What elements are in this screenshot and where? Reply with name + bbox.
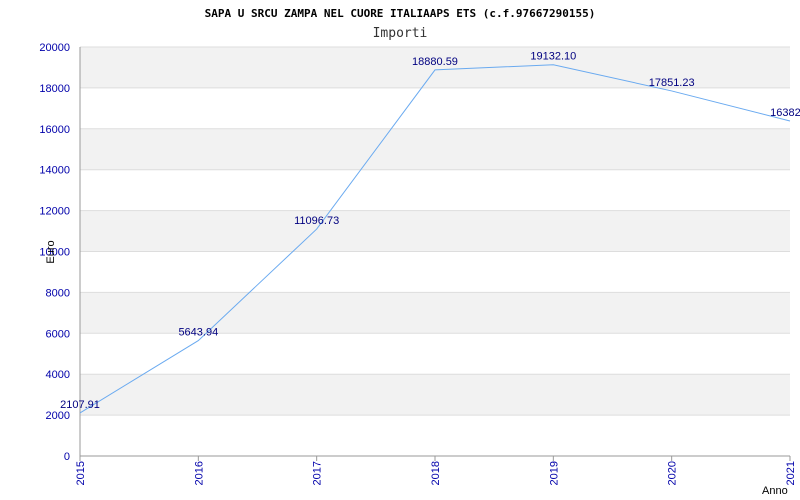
x-tick-label: 2020 — [667, 461, 679, 485]
x-axis-label: Anno — [762, 485, 788, 497]
x-tick-label: 2015 — [75, 461, 87, 485]
data-label: 18880.59 — [412, 56, 458, 68]
x-tick-label: 2017 — [312, 461, 324, 485]
y-tick-label: 20000 — [39, 42, 70, 54]
y-axis-label: Euro — [45, 240, 57, 263]
background-bands — [80, 47, 790, 416]
x-tick-labels: 2015 2016 2017 2018 2019 2020 2021 — [75, 461, 797, 485]
grid-band — [80, 210, 790, 252]
data-label: 17851.23 — [649, 77, 695, 89]
y-tick-label: 0 — [64, 451, 70, 463]
y-tick-label: 18000 — [39, 83, 70, 95]
chart-subtitle: Importi — [373, 26, 428, 41]
y-tick-label: 6000 — [46, 328, 70, 340]
grid-band — [80, 128, 790, 170]
grid-band — [80, 374, 790, 416]
data-label: 16382.5 — [770, 107, 800, 119]
data-label: 5643.94 — [178, 327, 218, 339]
chart-title: SAPA U SRCU ZAMPA NEL CUORE ITALIAAPS ET… — [205, 7, 596, 20]
data-label: 11096.73 — [294, 215, 339, 227]
data-label: 19132.10 — [530, 51, 576, 63]
x-tick-label: 2016 — [193, 461, 205, 485]
y-tick-label: 14000 — [39, 165, 70, 177]
x-tick-label: 2021 — [785, 461, 797, 485]
x-tick-label: 2019 — [548, 461, 560, 485]
data-label: 2107.91 — [60, 399, 100, 411]
y-tick-label: 8000 — [46, 287, 70, 299]
y-tick-label: 12000 — [39, 206, 70, 218]
y-tick-label: 2000 — [46, 410, 70, 422]
line-chart: 0200040006000800010000120001400016000180… — [39, 7, 800, 497]
x-tick-label: 2018 — [430, 461, 442, 485]
y-tick-label: 16000 — [39, 124, 70, 136]
y-tick-label: 4000 — [46, 369, 70, 381]
